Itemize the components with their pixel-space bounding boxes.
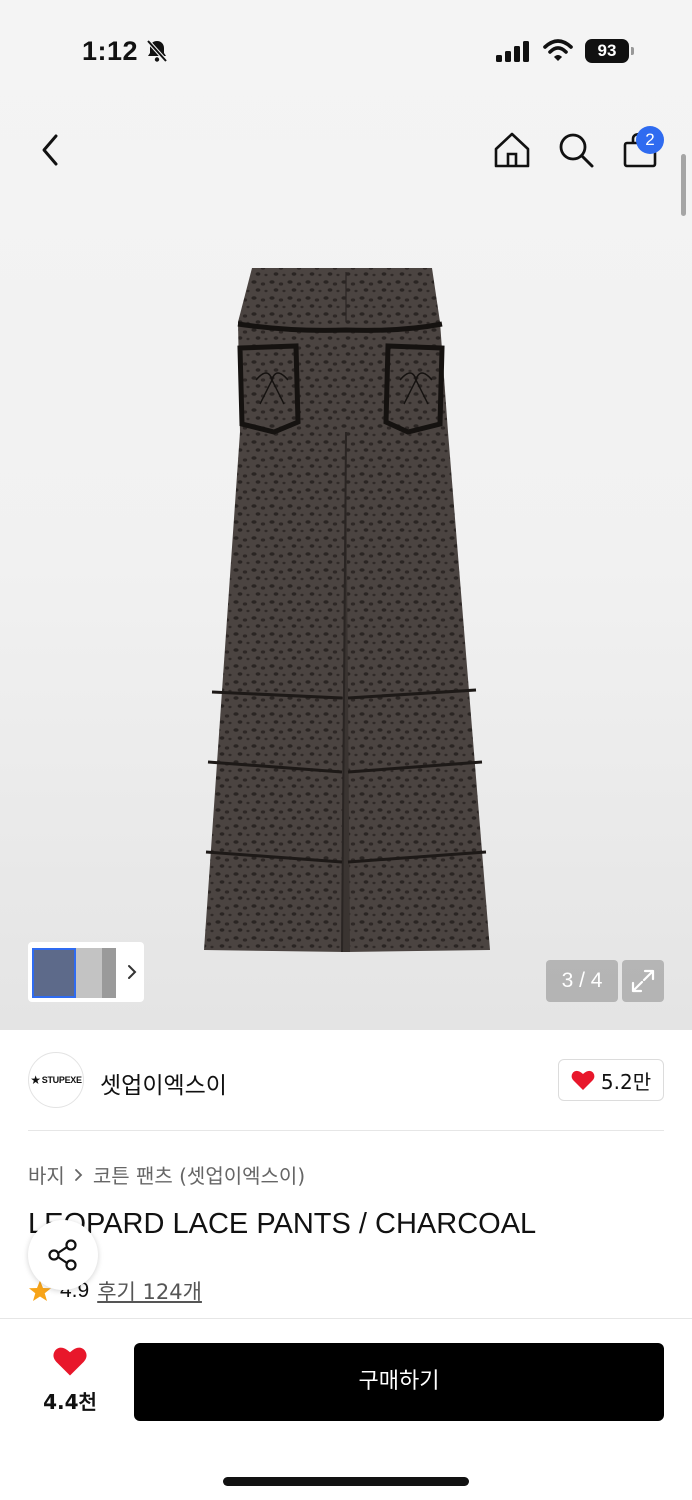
back-chevron-icon — [42, 134, 58, 166]
divider — [28, 1130, 664, 1131]
battery-icon: 93 — [585, 39, 635, 63]
battery-level: 93 — [585, 39, 629, 63]
brand-logo-text: STUPEXE — [41, 1075, 82, 1085]
status-bar: 1:12 93 — [0, 0, 692, 100]
status-time: 1:12 — [82, 36, 139, 66]
breadcrumb-subcategory[interactable]: 코튼 팬츠 (셋업이엑스이) — [93, 1160, 305, 1189]
expand-button[interactable] — [622, 960, 664, 1002]
brand-name[interactable]: 셋업이엑스이 — [100, 1066, 227, 1100]
cart-count-badge: 2 — [636, 126, 664, 154]
bottom-action-bar: 4.4천 구매하기 — [0, 1318, 692, 1500]
top-nav — [0, 110, 692, 190]
product-detail-page: 1:12 93 2 3 / 4 ★ STUPEXE 셋업이엑스이 5.2만 바지… — [0, 0, 692, 1500]
thumbnail-1[interactable] — [32, 948, 76, 998]
wishlist-count: 4.4천 — [43, 1390, 97, 1414]
chevron-right-icon — [74, 1168, 83, 1181]
star-icon: ★ — [30, 1073, 41, 1087]
brand-like-count: 5.2만 — [600, 1069, 652, 1094]
product-image[interactable] — [196, 262, 496, 962]
wifi-icon — [543, 39, 573, 61]
chevron-right-icon[interactable] — [124, 962, 140, 982]
search-button[interactable] — [554, 128, 598, 172]
breadcrumb-category[interactable]: 바지 — [28, 1160, 65, 1189]
heart-icon — [571, 1070, 595, 1090]
brand-row[interactable]: ★ STUPEXE 셋업이엑스이 5.2만 — [0, 1030, 692, 1130]
product-title: LEOPARD LACE PANTS / CHARCOAL — [28, 1208, 537, 1240]
back-button[interactable] — [28, 128, 72, 172]
signal-icon — [496, 41, 529, 62]
scroll-indicator[interactable] — [681, 154, 686, 216]
breadcrumb: 바지 코튼 팬츠 (셋업이엑스이) — [28, 1160, 305, 1189]
bell-slash-icon — [146, 39, 168, 63]
reviews-link[interactable]: 후기 124개 — [97, 1276, 202, 1306]
thumbnail-strip[interactable] — [28, 942, 144, 1002]
brand-like-button[interactable]: 5.2만 — [558, 1059, 664, 1101]
buy-button[interactable]: 구매하기 — [134, 1343, 664, 1421]
home-button[interactable] — [490, 128, 534, 172]
home-icon — [494, 132, 530, 168]
home-indicator — [223, 1477, 469, 1486]
product-gallery[interactable]: 1:12 93 2 3 / 4 — [0, 0, 692, 1030]
thumbnail-2[interactable] — [72, 948, 102, 998]
share-icon — [48, 1239, 77, 1271]
search-icon — [559, 133, 594, 168]
expand-icon — [631, 969, 655, 993]
brand-logo[interactable]: ★ STUPEXE — [28, 1052, 84, 1108]
heart-icon — [53, 1347, 87, 1376]
share-button[interactable] — [28, 1220, 98, 1290]
wishlist-button[interactable]: 4.4천 — [30, 1345, 110, 1415]
image-page-counter: 3 / 4 — [546, 960, 618, 1002]
